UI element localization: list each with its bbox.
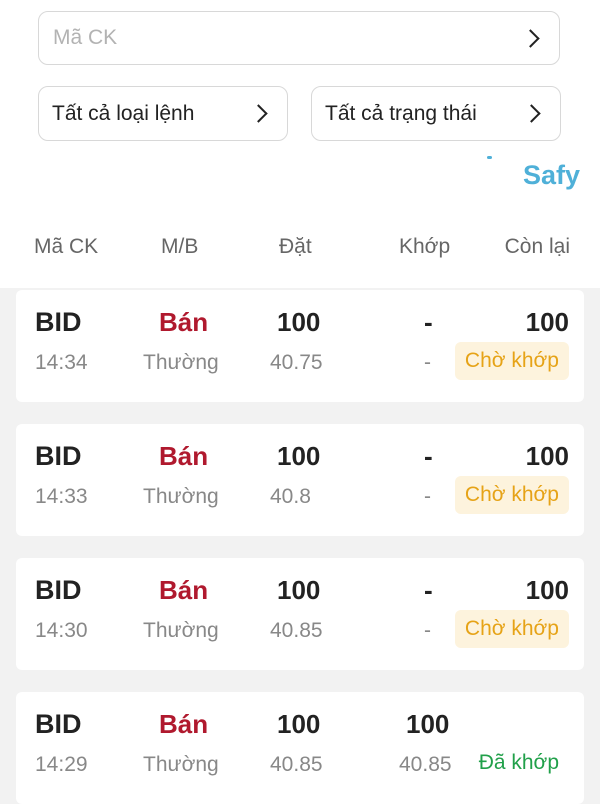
- remaining-qty: 100: [525, 307, 569, 337]
- matched-price: 40.85: [399, 753, 452, 776]
- order-price: 40.75: [270, 351, 323, 374]
- order-symbol: BID: [35, 575, 82, 605]
- order-row[interactable]: BID 14:34 Bán Thường 100 40.75 - - 100 C…: [16, 290, 584, 402]
- chevron-right-icon: [249, 104, 268, 123]
- header-matched: Khớp: [399, 235, 451, 258]
- filter-panel: Mã CK Tất cả loại lệnh Tất cả trạng thái…: [0, 0, 600, 210]
- status-badge: Chờ khớp: [454, 610, 569, 648]
- table-header: Mã CK M/B Đặt Khớp Còn lại: [0, 210, 600, 288]
- order-side: Bán: [159, 575, 209, 605]
- order-row[interactable]: BID 14:33 Bán Thường 100 40.8 - - 100 Ch…: [16, 424, 584, 536]
- matched-qty: -: [424, 441, 433, 471]
- order-qty: 100: [277, 307, 321, 337]
- header-symbol: Mã CK: [34, 235, 99, 258]
- order-qty: 100: [277, 575, 321, 605]
- order-price: 40.8: [270, 485, 311, 508]
- order-type: Thường: [143, 619, 219, 642]
- matched-price: -: [424, 619, 431, 642]
- symbol-search-input[interactable]: Mã CK: [38, 11, 560, 65]
- status-badge: Chờ khớp: [454, 476, 569, 514]
- remaining-qty: 100: [525, 575, 569, 605]
- symbol-search-placeholder: Mã CK: [53, 26, 118, 49]
- order-time: 14:33: [35, 485, 88, 508]
- header-placed: Đặt: [279, 235, 312, 258]
- order-row[interactable]: BID 14:29 Bán Thường 100 40.85 100 40.85…: [16, 692, 584, 804]
- matched-qty: -: [424, 307, 433, 337]
- order-side: Bán: [159, 709, 209, 739]
- order-symbol: BID: [35, 441, 82, 471]
- order-symbol: BID: [35, 709, 82, 739]
- order-symbol: BID: [35, 307, 82, 337]
- order-type-filter[interactable]: Tất cả loại lệnh: [38, 86, 288, 141]
- order-type: Thường: [143, 485, 219, 508]
- order-price: 40.85: [270, 619, 323, 642]
- order-price: 40.85: [270, 753, 323, 776]
- order-qty: 100: [277, 441, 321, 471]
- brand-mark-icon: [487, 156, 492, 159]
- header-side: M/B: [161, 235, 199, 258]
- order-type: Thường: [143, 351, 219, 374]
- order-row[interactable]: BID 14:30 Bán Thường 100 40.85 - - 100 C…: [16, 558, 584, 670]
- brand-logo: Safy: [522, 160, 580, 190]
- order-type-filter-label: Tất cả loại lệnh: [52, 102, 195, 125]
- chevron-right-icon: [521, 29, 540, 48]
- order-time: 14:29: [35, 753, 88, 776]
- matched-price: -: [424, 485, 431, 508]
- status-filter-label: Tất cả trạng thái: [325, 102, 477, 125]
- header-remaining: Còn lại: [504, 235, 570, 258]
- status-badge: Chờ khớp: [454, 342, 569, 380]
- order-side: Bán: [159, 307, 209, 337]
- chevron-right-icon: [522, 104, 541, 123]
- order-time: 14:34: [35, 351, 88, 374]
- order-type: Thường: [143, 753, 219, 776]
- matched-price: -: [424, 351, 431, 374]
- remaining-qty: 100: [525, 441, 569, 471]
- status-filter[interactable]: Tất cả trạng thái: [311, 86, 561, 141]
- order-side: Bán: [159, 441, 209, 471]
- order-time: 14:30: [35, 619, 88, 642]
- status-badge: Đã khớp: [478, 751, 559, 774]
- matched-qty: 100: [406, 709, 450, 739]
- matched-qty: -: [424, 575, 433, 605]
- order-qty: 100: [277, 709, 321, 739]
